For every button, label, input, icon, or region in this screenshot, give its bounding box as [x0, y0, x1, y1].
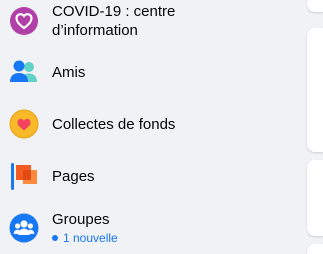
- notification-count: 1 nouvelle: [63, 231, 118, 245]
- groups-icon: [8, 212, 40, 244]
- nav-item-pages[interactable]: Pages: [8, 160, 298, 192]
- friends-icon: [8, 56, 40, 88]
- nav-item-label: Amis: [52, 63, 86, 81]
- new-notification-badge: 1 nouvelle: [52, 231, 118, 245]
- feed-card: [307, 160, 323, 236]
- feed-card: [307, 244, 323, 254]
- nav-item-label: Collectes de fonds: [52, 115, 176, 133]
- nav-item-label: COVID-19 : centre d’information: [52, 3, 176, 39]
- nav-item-label: Groupes: [52, 211, 110, 228]
- feed-card: [307, 0, 323, 12]
- nav-item-groups[interactable]: Groupes 1 nouvelle: [8, 210, 298, 245]
- pages-flag-icon: [8, 160, 40, 192]
- covid-heart-icon: [8, 5, 40, 37]
- unread-dot-icon: [52, 235, 58, 241]
- nav-item-fundraisers[interactable]: Collectes de fonds: [8, 108, 298, 140]
- feed-card: [307, 28, 323, 152]
- nav-item-covid[interactable]: COVID-19 : centre d’information: [8, 2, 298, 40]
- fundraiser-heart-icon: [8, 108, 40, 140]
- nav-item-label: Pages: [52, 167, 95, 185]
- nav-item-friends[interactable]: Amis: [8, 56, 298, 88]
